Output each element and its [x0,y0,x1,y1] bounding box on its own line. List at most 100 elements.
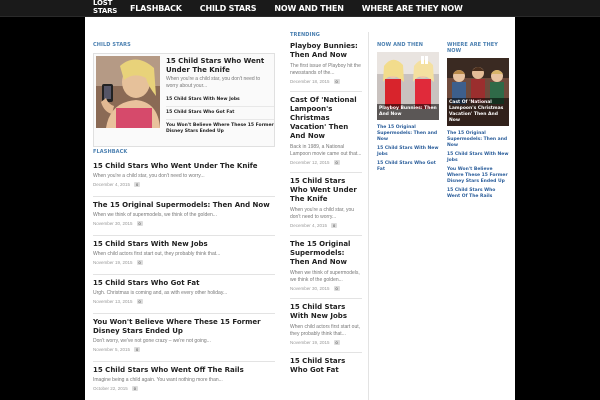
flashback-excerpt: When you're a child star, you don't need… [93,173,205,179]
flashback-heading[interactable]: FLASHBACK [93,149,127,155]
where-are-they-now-link[interactable]: The 15 Original Supermodels: Then and No… [447,129,509,150]
now-and-then-link[interactable]: 15 Child Stars With New Jobs [377,144,439,159]
featured-image[interactable] [96,56,160,128]
comment-count-badge[interactable]: 0 [333,286,340,291]
flashback-meta: November 13, 2015 0 [93,298,275,305]
flashback-title[interactable]: 15 Child Stars Who Went Off The Rails [93,366,275,375]
flashback-item: 15 Child Stars Who Went Off The Rails Im… [93,362,275,400]
where-are-they-now-caption[interactable]: Cast Of 'National Lampoon's Christmas Va… [447,98,509,126]
column-divider [368,32,369,400]
flashback-excerpt: Urgh. Christmas is coming and, as with e… [93,290,228,296]
comment-count-badge[interactable]: 0 [136,299,143,304]
child-stars-link[interactable]: You Won't Believe Where These 15 Former … [166,120,274,138]
now-and-then-column: NOW AND THEN Playboy Bunnies: Then And N… [377,42,439,174]
flashback-excerpt: When child actors first start out, they … [93,251,221,257]
nav-flashback[interactable]: FLASHBACK [130,0,182,17]
post-date: December 12, 2015 [290,160,330,165]
where-are-they-now-image[interactable]: Cast Of 'National Lampoon's Christmas Va… [447,58,509,126]
flashback-excerpt: Imagine being a child again. You want no… [93,377,223,383]
flashback-meta: October 22, 2015 0 [93,385,275,392]
trending-title[interactable]: 15 Child Stars Who Went Under The Knife [290,177,362,204]
trending-title[interactable]: Playboy Bunnies: Then And Now [290,42,362,60]
flashback-title[interactable]: 15 Child Stars Who Went Under The Knife [93,162,275,171]
trending-meta: December 18, 2015 0 [290,78,362,85]
trending-meta: November 30, 2015 0 [290,285,362,292]
where-are-they-now-link[interactable]: 15 Child Stars Who Went Of The Rails [447,186,509,201]
featured-excerpt: When you're a child star, you don't need… [166,76,261,89]
comment-count-badge[interactable]: 0 [136,221,143,226]
now-and-then-link[interactable]: 15 Child Stars Who Got Fat [377,159,439,174]
now-and-then-link[interactable]: The 15 Original Supermodels: Then and No… [377,123,439,144]
featured-title[interactable]: 15 Child Stars Who Went Under The Knife [166,57,272,75]
nav-child-stars[interactable]: CHILD STARS [200,0,257,17]
comment-count-badge[interactable]: 0 [134,347,141,352]
trending-item: 15 Child Stars Who Went Under The Knife … [290,173,362,236]
where-are-they-now-link[interactable]: You Won't Believe Where These 15 Former … [447,165,509,186]
flashback-item: 15 Child Stars Who Got Fat Urgh. Christm… [93,275,275,314]
trending-excerpt: Back in 1989, a National Lampoon movie c… [290,144,362,157]
post-date: October 22, 2015 [93,386,128,391]
logo-line-2: STARS [93,6,118,15]
now-and-then-heading[interactable]: NOW AND THEN [377,42,439,48]
where-are-they-now-links: The 15 Original Supermodels: Then and No… [447,129,509,201]
flashback-title[interactable]: The 15 Original Supermodels: Then And No… [93,201,275,210]
comment-count-badge[interactable]: 0 [333,160,340,165]
site-logo[interactable]: LOST STARS [93,0,123,15]
where-are-they-now-heading[interactable]: WHERE ARE THEY NOW [447,42,509,54]
main-nav: FLASHBACK CHILD STARS NOW AND THEN WHERE… [130,0,481,17]
flashback-excerpt: When we think of supermodels, we think o… [93,212,217,218]
top-navbar: LOST STARS FLASHBACK CHILD STARS NOW AND… [0,0,600,17]
now-and-then-links: The 15 Original Supermodels: Then and No… [377,123,439,174]
nav-where-are-they-now[interactable]: WHERE ARE THEY NOW [362,0,463,17]
now-and-then-image[interactable]: Playboy Bunnies: Then And Now [377,52,439,120]
post-date: November 30, 2015 [290,286,330,291]
trending-meta: December 4, 2015 0 [290,222,362,229]
comment-count-badge[interactable]: 0 [136,260,143,265]
trending-column: TRENDING Playboy Bunnies: Then And Now T… [290,32,362,381]
trending-excerpt: When you're a child star, you don't need… [290,207,355,220]
post-date: November 5, 2015 [93,347,131,352]
trending-title[interactable]: The 15 Original Supermodels: Then And No… [290,240,362,267]
flashback-title[interactable]: 15 Child Stars With New Jobs [93,240,275,249]
trending-item: Playboy Bunnies: Then And Now The first … [290,38,362,92]
post-date: November 30, 2015 [93,221,133,226]
comment-count-badge[interactable]: 0 [331,223,338,228]
comment-count-badge[interactable]: 0 [134,182,141,187]
flashback-meta: December 4, 2015 0 [93,181,275,188]
trending-item: 15 Child Stars Who Got Fat [290,353,362,381]
comment-count-badge[interactable]: 0 [333,79,340,84]
trending-excerpt: When child actors first start out, they … [290,324,361,337]
child-stars-links: 15 Child Stars With New Jobs 15 Child St… [166,94,274,138]
flashback-title[interactable]: 15 Child Stars Who Got Fat [93,279,275,288]
comment-count-badge[interactable]: 0 [333,340,340,345]
post-date: November 13, 2015 [93,299,133,304]
trending-item: The 15 Original Supermodels: Then And No… [290,236,362,299]
trending-meta: December 12, 2015 0 [290,159,362,166]
trending-title[interactable]: 15 Child Stars Who Got Fat [290,357,362,375]
now-and-then-caption[interactable]: Playboy Bunnies: Then And Now [377,104,439,120]
flashback-item: You Won't Believe Where These 15 Former … [93,314,275,362]
child-stars-link[interactable]: 15 Child Stars With New Jobs [166,94,274,107]
flashback-item: The 15 Original Supermodels: Then And No… [93,197,275,236]
flashback-excerpt: Don't worry, we've not gone crazy – we'r… [93,338,211,344]
child-stars-link[interactable]: 15 Child Stars Who Got Fat [166,107,274,120]
trending-title[interactable]: 15 Child Stars With New Jobs [290,303,362,321]
trending-item: Cast Of 'National Lampoon's Christmas Va… [290,92,362,173]
post-date: December 18, 2015 [290,79,330,84]
where-are-they-now-link[interactable]: 15 Child Stars With New Jobs [447,150,509,165]
flashback-list: 15 Child Stars Who Went Under The Knife … [93,158,275,400]
trending-title[interactable]: Cast Of 'National Lampoon's Christmas Va… [290,96,362,141]
post-date: December 4, 2015 [93,182,131,187]
where-are-they-now-column: WHERE ARE THEY NOW Cast Of 'National Lam… [447,42,509,201]
flashback-meta: November 19, 2015 0 [93,259,275,266]
nav-now-and-then[interactable]: NOW AND THEN [274,0,344,17]
trending-meta: November 19, 2015 0 [290,339,362,346]
comment-count-badge[interactable]: 0 [131,386,139,391]
flashback-meta: November 5, 2015 0 [93,346,275,353]
flashback-title[interactable]: You Won't Believe Where These 15 Former … [93,318,275,336]
child-stars-featured: 15 Child Stars Who Went Under The Knife … [93,53,275,147]
child-stars-heading[interactable]: CHILD STARS [93,42,131,48]
flashback-item: 15 Child Stars With New Jobs When child … [93,236,275,275]
trending-excerpt: When we think of supermodels, we think o… [290,270,360,283]
post-date: November 19, 2015 [290,340,330,345]
